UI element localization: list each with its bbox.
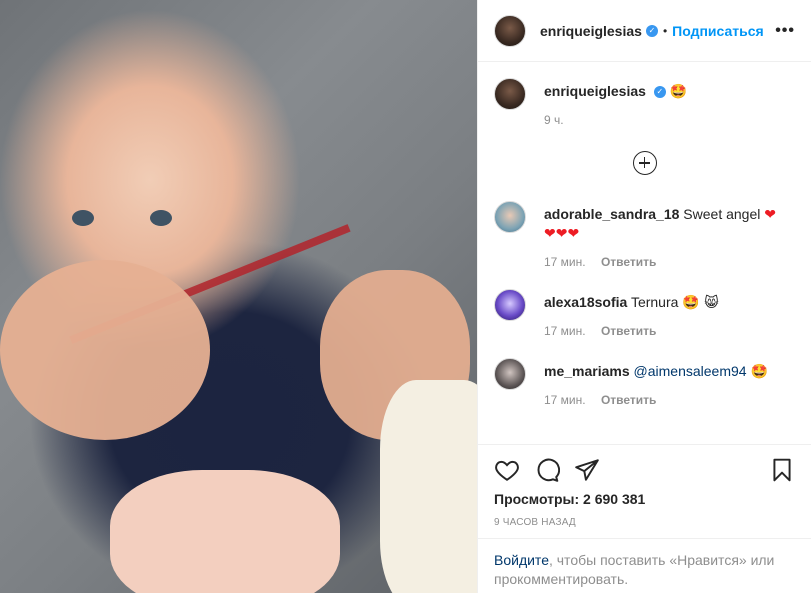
media-detail [110, 470, 340, 593]
action-bar [494, 457, 795, 483]
verified-badge-icon: ✓ [653, 86, 666, 99]
post-media-video[interactable] [0, 0, 477, 593]
caption-emoji: 🤩 [669, 84, 688, 100]
comment-time[interactable]: 17 мин. [544, 255, 586, 269]
comment-meta: 17 мин. Ответить [544, 393, 795, 407]
comment-item: me_mariams @aimensaleem94 🤩 17 мин. Отве… [494, 358, 795, 407]
commenter-avatar[interactable] [494, 358, 526, 390]
comment-icon[interactable] [534, 457, 560, 483]
comment-mention[interactable]: @aimensaleem94 [634, 363, 747, 379]
comment-item: alexa18sofia Ternura 🤩 😸 17 мин. Ответит… [494, 289, 795, 338]
commenter-avatar[interactable] [494, 289, 526, 321]
caption: enriqueiglesias ✓ 🤩 9 ч. [494, 78, 795, 127]
caption-time: 9 ч. [544, 113, 564, 127]
comment-text: me_mariams @aimensaleem94 🤩 [544, 358, 795, 381]
media-detail [0, 260, 210, 440]
author-username[interactable]: enriqueiglesias [540, 23, 642, 39]
more-options-icon[interactable]: ••• [775, 22, 795, 40]
load-more-comments-icon[interactable] [632, 151, 657, 175]
comment-username[interactable]: adorable_sandra_18 [544, 206, 679, 222]
separator: • [662, 23, 668, 38]
comment-body: Ternura [630, 294, 679, 310]
comment-time[interactable]: 17 мин. [544, 324, 586, 338]
comment-username[interactable]: me_mariams [544, 363, 630, 379]
share-icon[interactable] [574, 457, 600, 483]
comment-meta: 17 мин. Ответить [544, 255, 795, 269]
comment-text: alexa18sofia Ternura 🤩 😸 [544, 289, 795, 312]
reply-button[interactable]: Ответить [601, 393, 656, 407]
views-count[interactable]: Просмотры: 2 690 381 [494, 491, 795, 507]
comment-username[interactable]: alexa18sofia [544, 294, 627, 310]
post-timestamp[interactable]: 9 часов назад [494, 517, 795, 528]
caption-text: enriqueiglesias ✓ 🤩 [544, 78, 795, 101]
author-name-wrap: enriqueiglesias ✓ • Подписаться [540, 23, 764, 39]
comment-body: Sweet angel [683, 206, 761, 222]
post-header: enriqueiglesias ✓ • Подписаться ••• [478, 0, 811, 62]
comment-item: adorable_sandra_18 Sweet angel ❤ ❤❤❤ 17 … [494, 201, 795, 269]
media-detail [72, 210, 94, 226]
comment-emoji: 🤩 [750, 364, 768, 380]
login-link[interactable]: Войдите [494, 552, 549, 568]
media-detail [380, 380, 477, 593]
heart-emoji: ❤ [764, 207, 776, 223]
commenter-avatar[interactable] [494, 201, 526, 233]
bookmark-icon[interactable] [769, 457, 795, 483]
post-actions-section: Просмотры: 2 690 381 9 часов назад [478, 444, 811, 538]
media-detail [150, 210, 172, 226]
like-heart-icon[interactable] [494, 457, 520, 483]
comment-text: adorable_sandra_18 Sweet angel ❤ ❤❤❤ [544, 201, 795, 243]
login-prompt: Войдите, чтобы поставить «Нравится» или … [478, 538, 811, 593]
follow-button[interactable]: Подписаться [672, 23, 764, 39]
author-avatar[interactable] [494, 14, 526, 47]
comment-emoji: 🤩 😸 [682, 295, 719, 311]
author-avatar[interactable] [494, 78, 526, 110]
comment-time[interactable]: 17 мин. [544, 393, 586, 407]
post-side-panel: enriqueiglesias ✓ • Подписаться ••• enri… [477, 0, 811, 593]
comment-meta: 17 мин. Ответить [544, 324, 795, 338]
caption-username[interactable]: enriqueiglesias [544, 83, 646, 99]
reply-button[interactable]: Ответить [601, 255, 656, 269]
heart-emoji-line: ❤❤❤ [544, 226, 580, 242]
comments-list[interactable]: enriqueiglesias ✓ 🤩 9 ч. adorable_sandra… [478, 62, 811, 444]
comment-rows: adorable_sandra_18 Sweet angel ❤ ❤❤❤ 17 … [494, 201, 795, 407]
reply-button[interactable]: Ответить [601, 324, 656, 338]
verified-badge-icon: ✓ [645, 24, 658, 37]
